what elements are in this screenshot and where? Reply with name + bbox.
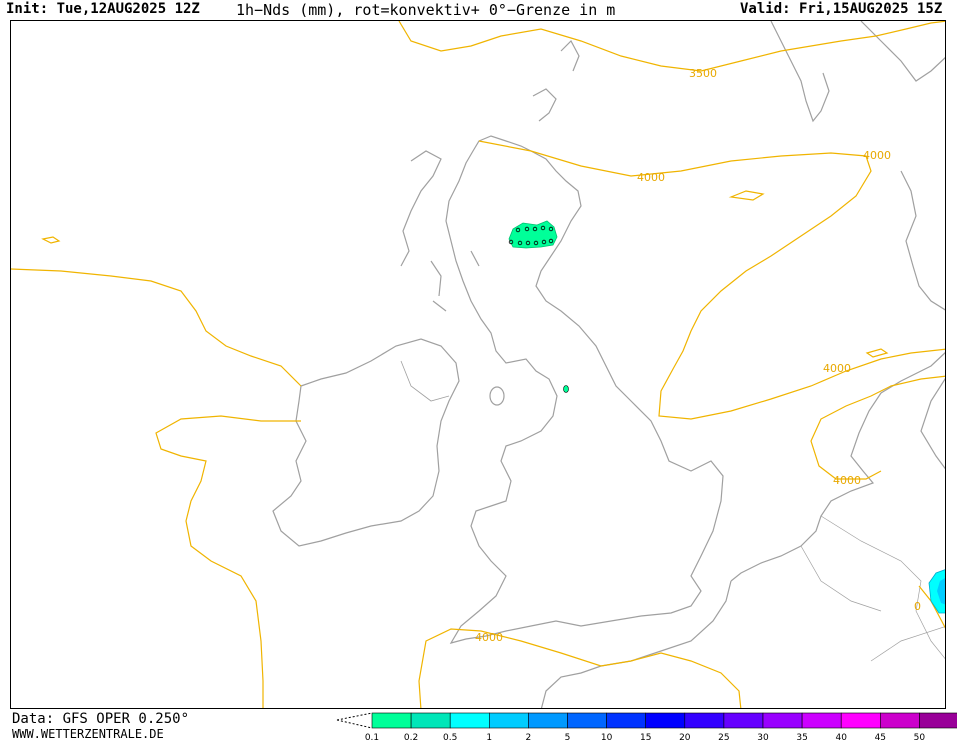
contour-label-0: 0 <box>914 600 921 613</box>
continent-coast <box>730 352 945 582</box>
legend-swatch <box>410 712 451 729</box>
country-borders <box>800 515 945 662</box>
freezing-level-contours <box>11 21 945 708</box>
contour-label-4000: 4000 <box>863 149 891 162</box>
isle-of-man <box>489 386 505 406</box>
legend-tick-label: 40 <box>835 733 847 741</box>
legend-tick-label: 1 <box>486 733 492 741</box>
contour-4000-channel <box>418 628 742 708</box>
great-britain-coast <box>445 135 724 644</box>
contour-label-3500: 3500 <box>689 67 717 80</box>
legend-swatch <box>606 712 647 729</box>
legend-swatch <box>449 712 490 729</box>
france-coast <box>540 580 732 708</box>
legend-tick-label: 20 <box>679 733 691 741</box>
contour-4000-south <box>810 375 945 629</box>
legend-swatches <box>336 712 957 729</box>
precipitation-areas <box>508 220 945 614</box>
map-canvas: 3500 4000 4000 4000 4000 4000 0 <box>11 21 945 708</box>
scottish-islands <box>400 150 480 312</box>
legend-swatch <box>684 712 725 729</box>
legend-swatch <box>879 712 920 729</box>
contour-labels: 3500 4000 4000 4000 4000 4000 0 <box>475 67 921 644</box>
legend-swatch <box>645 712 686 729</box>
legend-swatch <box>723 712 764 729</box>
legend-tick-labels: 0.1 0.2 0.5 1 2 5 10 15 20 25 30 35 40 45 50 <box>365 733 926 741</box>
legend-swatch <box>762 712 803 729</box>
ireland-border <box>400 360 450 402</box>
contour-label-4000: 4000 <box>833 474 861 487</box>
legend-tick-label: 5 <box>565 733 571 741</box>
contour-label-4000: 4000 <box>637 171 665 184</box>
ireland-coast <box>272 338 460 547</box>
legend-tick-label: 0.1 <box>365 733 379 741</box>
contour-small-loops <box>41 190 889 358</box>
init-time: Init: Tue,12AUG2025 12Z <box>6 1 200 17</box>
contour-label-4000: 4000 <box>823 362 851 375</box>
legend-tick-label: 0.2 <box>404 733 418 741</box>
precip-small-spot <box>563 385 569 393</box>
precip-scotland <box>508 220 558 249</box>
orkney-shetland <box>532 40 580 122</box>
legend-tick-label: 2 <box>526 733 532 741</box>
legend-swatch <box>919 712 957 729</box>
legend-swatch <box>567 712 607 729</box>
legend-swatch <box>371 712 412 729</box>
legend-tick-label: 30 <box>757 733 769 741</box>
legend-lead-arrow <box>336 712 373 729</box>
data-source: Data: GFS OPER 0.250° <box>12 711 190 727</box>
legend-tick-label: 50 <box>914 733 926 741</box>
contour-4000-west <box>11 268 302 708</box>
header-bar: Init: Tue,12AUG2025 12Z 1h−Nds (mm), rot… <box>0 0 959 20</box>
legend-tick-label: 35 <box>796 733 807 741</box>
scandinavia-coast <box>770 21 945 311</box>
legend-swatch <box>528 712 568 729</box>
contour-4000-north <box>478 140 945 420</box>
website-url: WWW.WETTERZENTRALE.DE <box>12 727 164 741</box>
chart-title: 1h−Nds (mm), rot=konvektiv+ 0°−Grenze in… <box>236 1 616 19</box>
contour-label-4000: 4000 <box>475 631 503 644</box>
legend-swatch <box>801 712 842 729</box>
legend-tick-label: 25 <box>718 733 729 741</box>
legend-swatch <box>840 712 881 729</box>
color-scale-legend: 0.1 0.2 0.5 1 2 5 10 15 20 25 30 35 40 45 50 <box>336 712 957 741</box>
legend-tick-label: 15 <box>640 733 651 741</box>
legend-tick-label: 0.5 <box>443 733 457 741</box>
legend-swatch <box>489 712 529 729</box>
valid-time: Valid: Fri,15AUG2025 15Z <box>740 1 943 17</box>
contour-3500 <box>398 21 945 72</box>
legend-tick-label: 10 <box>601 733 613 741</box>
legend-tick-label: 45 <box>875 733 886 741</box>
map-area: 3500 4000 4000 4000 4000 4000 0 <box>10 20 946 709</box>
